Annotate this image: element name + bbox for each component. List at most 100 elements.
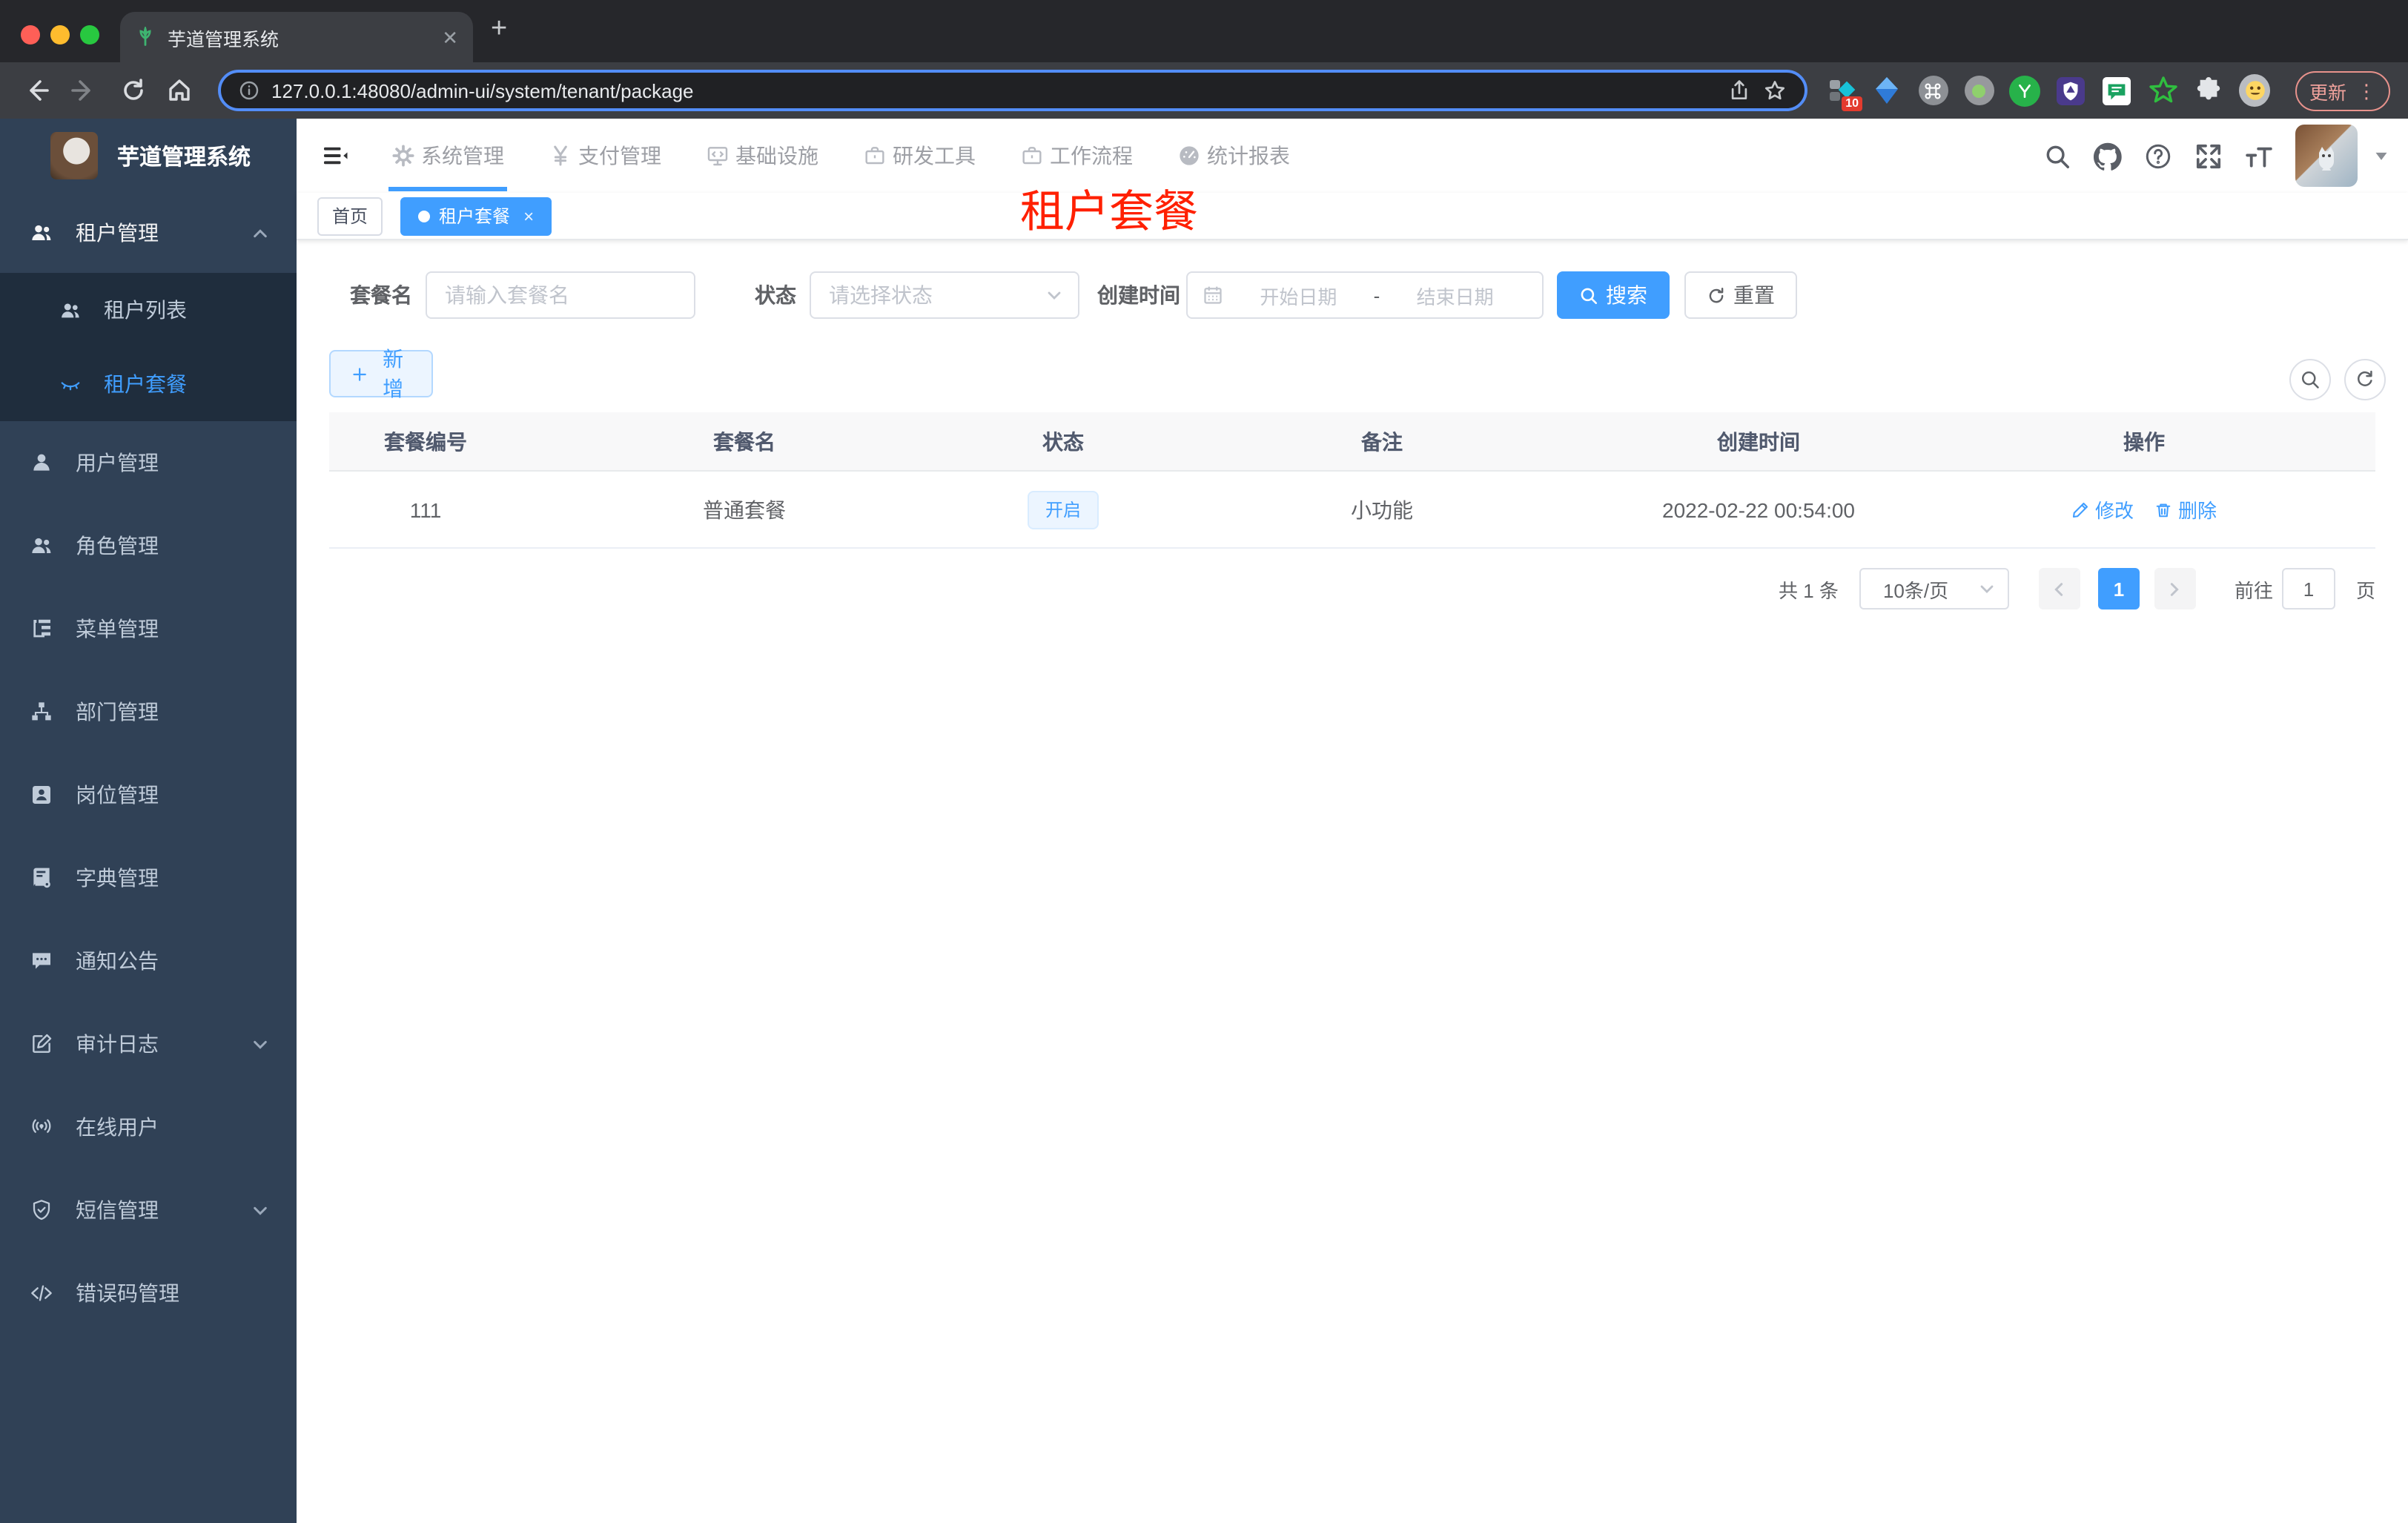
sidebar-item-label: 租户列表	[104, 298, 187, 322]
users-icon	[62, 303, 79, 317]
close-window-button[interactable]	[21, 25, 40, 44]
table-refresh-button[interactable]	[2344, 359, 2386, 400]
page-size-select[interactable]: 10条/页	[1859, 568, 2009, 609]
table-search-toggle-button[interactable]	[2289, 359, 2331, 400]
fullscreen-icon[interactable]	[2194, 142, 2223, 170]
goto-label: 前往	[2234, 579, 2273, 601]
chrome-update-button[interactable]: 更新 ⋮	[2295, 71, 2390, 111]
tab-close-icon[interactable]: ✕	[442, 27, 458, 47]
prev-page-button[interactable]	[2038, 568, 2080, 609]
top-menu: 系统管理 支付管理 基础设施 研发工具 工作流程 统计报表	[388, 119, 1290, 193]
sidebar-item-audit-log[interactable]: 审计日志	[0, 1002, 297, 1086]
nav-item-reports[interactable]: 统计报表	[1177, 119, 1290, 193]
back-icon[interactable]	[24, 77, 50, 104]
sidebar-item-dict-management[interactable]: 字典管理	[0, 836, 297, 919]
message-icon	[33, 953, 50, 969]
window-controls[interactable]	[21, 25, 99, 44]
sidebar-item-user-management[interactable]: 用户管理	[0, 421, 297, 504]
site-info-icon[interactable]	[239, 80, 259, 101]
next-page-button[interactable]	[2154, 568, 2196, 609]
ext-shield-icon[interactable]	[2055, 75, 2086, 106]
column-header-name: 套餐名	[713, 429, 775, 453]
package-name-input[interactable]	[426, 271, 695, 319]
sidebar-item-label: 角色管理	[76, 534, 159, 558]
sidebar-item-menu-management[interactable]: 菜单管理	[0, 587, 297, 670]
ext-emoji-icon[interactable]	[2239, 74, 2270, 107]
status-select[interactable]: 请选择状态	[810, 271, 1079, 319]
minimize-window-button[interactable]	[50, 25, 70, 44]
sidebar-item-tenant-management[interactable]: 租户管理	[0, 193, 297, 273]
help-icon[interactable]	[2144, 142, 2172, 170]
nav-item-infra[interactable]: 基础设施	[706, 119, 818, 193]
browser-tab[interactable]: 芋道管理系统 ✕	[120, 12, 473, 62]
add-button[interactable]: 新增	[329, 347, 433, 400]
search-icon[interactable]	[2043, 142, 2071, 170]
edit-label: 修改	[2094, 500, 2134, 522]
page-unit-label: 页	[2355, 579, 2375, 601]
nav-item-devtools[interactable]: 研发工具	[863, 119, 976, 193]
ext-y-icon[interactable]	[2009, 75, 2040, 106]
zoom-window-button[interactable]	[80, 25, 99, 44]
nav-item-system[interactable]: 系统管理	[388, 119, 507, 193]
tag-home[interactable]: 首页	[317, 196, 383, 235]
ext-puzzle-icon[interactable]	[2193, 75, 2224, 106]
ext-command-icon[interactable]	[1917, 75, 1948, 106]
sidebar-item-tenant-package[interactable]: 租户套餐	[0, 347, 297, 421]
menu-fold-icon[interactable]	[322, 142, 348, 169]
new-tab-button[interactable]: +	[491, 13, 507, 46]
tag-tenant-package[interactable]: 租户套餐 ×	[400, 196, 552, 235]
sidebar-item-tenant-list[interactable]: 租户列表	[0, 273, 297, 347]
end-date-placeholder[interactable]: 结束日期	[1383, 281, 1527, 309]
status-badge[interactable]: 开启	[1027, 490, 1099, 529]
package-name-label: 套餐名	[350, 283, 412, 307]
start-date-placeholder[interactable]: 开始日期	[1226, 281, 1371, 309]
nav-item-payment[interactable]: 支付管理	[549, 119, 661, 193]
goto-page-input[interactable]	[2281, 568, 2335, 609]
ext-gem-icon[interactable]: 10	[1825, 75, 1862, 110]
browser-toolbar: 127.0.0.1:48080/admin-ui/system/tenant/p…	[0, 62, 2408, 119]
sidebar-item-error-code[interactable]: 错误码管理	[0, 1252, 297, 1335]
tags-view-bar: 首页 租户套餐 ×	[297, 193, 2408, 240]
sidebar-item-notice[interactable]: 通知公告	[0, 919, 297, 1002]
nav-item-label: 系统管理	[421, 144, 504, 168]
status-label: 状态	[755, 283, 796, 307]
reset-button[interactable]: 重置	[1684, 271, 1797, 319]
share-icon[interactable]	[1727, 79, 1751, 102]
font-size-icon[interactable]	[2245, 142, 2273, 170]
search-icon	[1581, 287, 1598, 304]
search-button[interactable]: 搜索	[1557, 271, 1670, 319]
reload-icon[interactable]	[120, 77, 147, 104]
user-icon	[33, 454, 50, 471]
forward-icon[interactable]	[70, 77, 96, 104]
table-header-row: 套餐编号 套餐名 状态 备注 创建时间 操作	[329, 412, 2375, 472]
url-bar[interactable]: 127.0.0.1:48080/admin-ui/system/tenant/p…	[218, 70, 1807, 111]
caret-down-icon[interactable]	[2374, 148, 2389, 163]
ext-star-icon[interactable]	[2147, 75, 2178, 106]
cell-remark: 小功能	[1351, 498, 1413, 521]
sidebar-item-post-management[interactable]: 岗位管理	[0, 753, 297, 836]
nav-item-workflow[interactable]: 工作流程	[1020, 119, 1133, 193]
monitor-icon	[707, 147, 728, 166]
sidebar-item-role-management[interactable]: 角色管理	[0, 504, 297, 587]
page-number-current[interactable]: 1	[2097, 568, 2140, 609]
app-logo[interactable]: 芋道管理系统	[0, 119, 297, 193]
ext-chat-icon[interactable]	[2101, 75, 2132, 106]
code-icon	[31, 1285, 52, 1301]
ext-record-icon[interactable]	[1963, 75, 1994, 106]
ext-kite-icon[interactable]	[1871, 75, 1902, 106]
tag-close-icon[interactable]: ×	[523, 205, 534, 226]
browser-menu-icon[interactable]: ⋮	[2357, 82, 2376, 101]
delete-link[interactable]: 删除	[2154, 495, 2217, 523]
home-icon[interactable]	[166, 77, 193, 104]
avatar[interactable]	[2295, 125, 2358, 187]
sidebar-item-online-users[interactable]: 在线用户	[0, 1086, 297, 1169]
edit-link[interactable]: 修改	[2071, 495, 2134, 523]
date-range-picker[interactable]: 开始日期 - 结束日期	[1186, 271, 1544, 319]
sidebar-item-sms-management[interactable]: 短信管理	[0, 1169, 297, 1252]
url-text[interactable]: 127.0.0.1:48080/admin-ui/system/tenant/p…	[271, 79, 1716, 102]
sidebar-item-dept-management[interactable]: 部门管理	[0, 670, 297, 753]
bookmark-star-icon[interactable]	[1763, 79, 1787, 102]
chevron-down-icon	[254, 1206, 267, 1215]
chevron-down-icon	[254, 1040, 267, 1048]
github-icon[interactable]	[2094, 142, 2122, 170]
